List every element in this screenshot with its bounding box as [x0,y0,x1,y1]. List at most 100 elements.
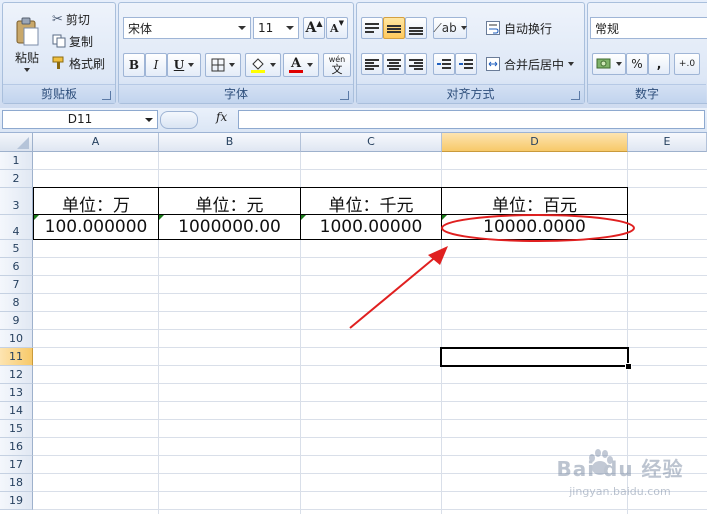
align-center-icon [387,58,401,70]
format-painter-button[interactable]: 格式刷 [51,53,115,73]
font-color-button[interactable]: A [283,53,319,77]
font-color-dropdown-arrow[interactable] [307,63,313,67]
font-name-select[interactable]: 宋体 [123,17,251,39]
orientation-button[interactable]: ⟋ab [433,17,467,39]
formula-bar: D11 fx [0,108,707,133]
name-box-dropdown-arrow[interactable] [145,118,153,122]
align-bottom-button[interactable] [405,17,427,39]
italic-label: I [153,58,159,72]
alignment-dialog-launcher[interactable] [571,91,580,100]
accounting-dropdown-arrow[interactable] [616,62,622,66]
borders-button[interactable] [205,53,241,77]
underline-button[interactable]: U [167,53,201,77]
merge-center-button[interactable]: 合并后居中 [485,53,585,75]
ribbon: 粘贴 ✂ 剪切 复制 格式刷 剪贴板 宋体 11 A ▲ A ▼ B I U A… [0,0,707,109]
copy-icon [52,34,66,48]
shrink-font-label: A [330,21,339,35]
shrink-font-button[interactable]: A ▼ [326,17,348,39]
percent-label: % [631,57,643,71]
fill-color-button[interactable] [245,53,281,77]
italic-button[interactable]: I [145,53,167,77]
paste-button[interactable]: 粘贴 [7,7,47,81]
watermark-logo-text: Bai du 经验 [556,457,684,481]
formula-expand-knob[interactable] [160,111,198,129]
font-size-value: 11 [258,21,274,35]
borders-dropdown-arrow[interactable] [229,63,235,67]
increase-decimal-label: +.0 [678,59,696,69]
cut-button[interactable]: ✂ 剪切 [51,9,111,29]
merge-center-dropdown-arrow[interactable] [568,62,575,66]
alignment-group-label: 对齐方式 [357,84,584,103]
number-format-select[interactable]: 常规 [590,17,707,39]
align-left-button[interactable] [361,53,383,75]
underline-label: U [173,58,185,72]
fill-color-dropdown-arrow[interactable] [270,63,276,67]
annotation-arrow-shaft [349,254,439,329]
increase-decimal-button[interactable]: +.0 [674,53,700,75]
grow-font-button[interactable]: A ▲ [303,17,325,39]
cut-label: 剪切 [65,12,90,27]
increase-indent-icon [459,58,473,70]
align-middle-button[interactable] [383,17,405,39]
alignment-group: ⟋ab 自动换行 合并后居中 对齐方式 [356,2,585,104]
font-group: 宋体 11 A ▲ A ▼ B I U A wén 文 字体 [118,2,354,104]
font-size-select[interactable]: 11 [253,17,299,39]
phonetic-label: 文 [331,63,343,76]
orientation-dropdown-arrow[interactable] [460,26,467,30]
decrease-indent-icon [437,58,451,70]
currency-icon [596,58,611,69]
scissors-icon: ✂ [52,11,63,27]
insert-function-button[interactable]: fx [216,110,227,124]
percent-style-button[interactable]: % [626,53,648,75]
wrap-text-button[interactable]: 自动换行 [485,17,581,39]
baidu-jingyan-watermark: Bai du 经验 jingyan.baidu.com [540,445,700,505]
font-name-value: 宋体 [128,21,153,36]
merge-center-icon [486,57,500,71]
copy-label: 复制 [69,34,94,49]
number-format-value: 常规 [595,21,620,36]
font-group-label: 字体 [119,84,353,103]
paste-label: 粘贴 [14,50,39,65]
format-painter-icon [52,56,64,69]
font-color-label: A [290,55,302,71]
comma-label: , [656,57,662,71]
align-right-icon [409,58,423,70]
wrap-text-label: 自动换行 [504,21,553,36]
underline-dropdown-arrow[interactable] [188,63,195,67]
align-top-button[interactable] [361,17,383,39]
borders-icon [211,58,225,72]
clipboard-dialog-launcher[interactable] [102,91,111,100]
merge-center-label: 合并后居中 [504,57,565,72]
watermark-url-text: jingyan.baidu.com [569,485,671,498]
number-group-label: 数字 [588,84,706,103]
formula-input[interactable] [238,110,705,129]
accounting-format-button[interactable] [592,53,626,75]
clipboard-group: 粘贴 ✂ 剪切 复制 格式刷 剪贴板 [2,2,116,104]
decrease-indent-button[interactable] [433,53,455,75]
paste-dropdown-arrow[interactable] [24,67,30,72]
orientation-icon: ⟋ab [433,20,457,35]
font-name-dropdown-arrow [238,26,246,30]
name-box[interactable]: D11 [2,110,158,129]
format-painter-label: 格式刷 [69,56,106,71]
bold-button[interactable]: B [123,53,145,77]
paste-icon [16,17,39,45]
align-center-button[interactable] [383,53,405,75]
align-top-icon [365,22,379,34]
wrap-text-icon [486,21,500,35]
comma-style-button[interactable]: , [648,53,670,75]
font-dialog-launcher[interactable] [340,91,349,100]
copy-button[interactable]: 复制 [51,31,111,51]
phonetic-guide-button[interactable]: wén 文 [323,53,351,77]
clipboard-group-label: 剪贴板 [3,84,115,103]
align-right-button[interactable] [405,53,427,75]
name-box-value: D11 [67,112,93,126]
align-middle-icon [387,22,401,34]
align-left-icon [365,58,379,70]
worksheet-grid[interactable]: A B C D E 1 2 3 4 5 6 7 8 9 10 11 12 13 … [0,133,707,514]
align-bottom-icon [409,22,423,35]
grow-font-label: A [305,20,317,36]
bold-label: B [128,58,140,72]
increase-indent-button[interactable] [455,53,477,75]
font-color-swatch [289,69,303,73]
